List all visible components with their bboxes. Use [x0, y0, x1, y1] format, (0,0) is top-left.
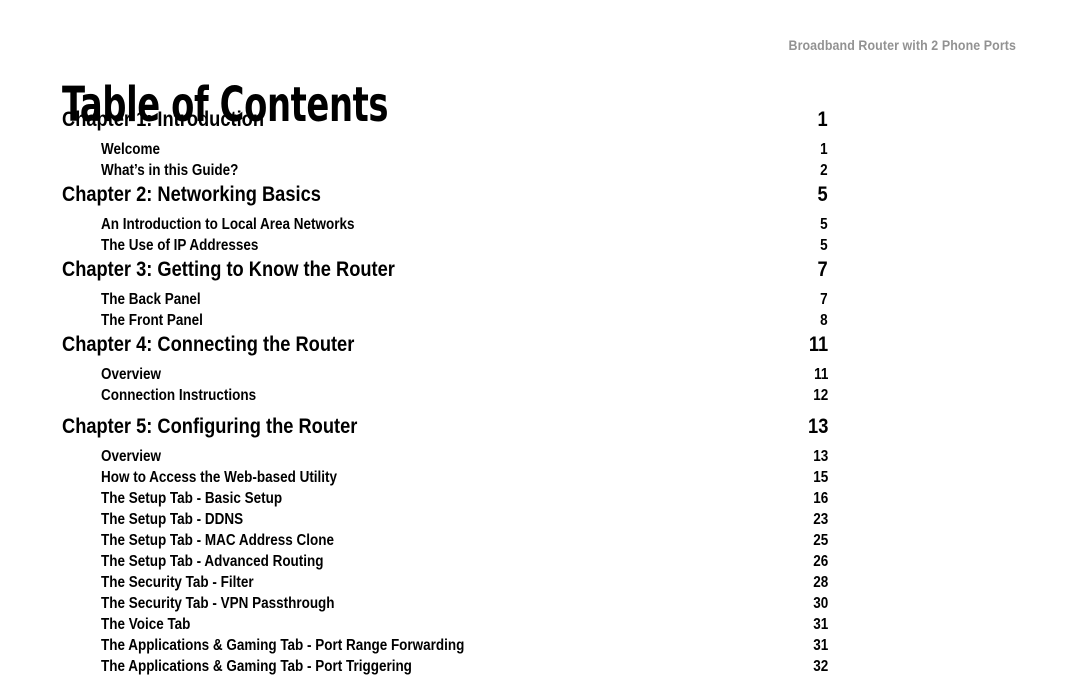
toc-entry-label: The Setup Tab - Advanced Routing — [101, 553, 324, 570]
toc-entry-page-number: 8 — [820, 312, 828, 329]
toc-entry-page-number: 15 — [812, 469, 828, 486]
toc-entry-label: The Security Tab - Filter — [101, 574, 254, 591]
document-page: Broadband Router with 2 Phone Ports Tabl… — [0, 0, 1080, 698]
toc-entry-label: Chapter 5: Configuring the Router — [62, 415, 358, 438]
toc-section-row[interactable]: The Use of IP Addresses 5 — [62, 237, 828, 258]
toc-entry-page-number: 5 — [820, 237, 828, 254]
toc-entry-label: Chapter 3: Getting to Know the Router — [62, 258, 395, 281]
toc-section-row[interactable]: The Setup Tab - DDNS 23 — [62, 511, 828, 532]
toc-entry-page-number: 13 — [812, 448, 828, 465]
toc-entry-label: Chapter 2: Networking Basics — [62, 183, 321, 206]
toc-section-row[interactable]: Welcome 1 — [62, 141, 828, 162]
toc-entry-page-number: 1 — [820, 141, 828, 158]
toc-chapter-row[interactable]: Chapter 3: Getting to Know the Router 7 — [62, 258, 828, 291]
toc-section-row[interactable]: The Security Tab - VPN Passthrough 30 — [62, 595, 828, 616]
toc-entry-label: Welcome — [101, 141, 160, 158]
toc-entry-page-number: 11 — [813, 366, 828, 383]
toc-section-row[interactable]: An Introduction to Local Area Networks 5 — [62, 216, 828, 237]
toc-entry-page-number: 12 — [812, 387, 828, 404]
toc-entry-page-number: 23 — [812, 511, 828, 528]
toc-entry-label: Overview — [101, 448, 161, 465]
toc-section-row[interactable]: The Voice Tab 31 — [62, 616, 828, 637]
toc-entry-label: Chapter 4: Connecting the Router — [62, 333, 355, 356]
toc-entry-page-number: 30 — [812, 595, 828, 612]
toc-section-row[interactable]: The Security Tab - Filter 28 — [62, 574, 828, 595]
toc-section-row[interactable]: The Applications & Gaming Tab - Port Tri… — [62, 658, 828, 679]
toc-section-row[interactable]: The Setup Tab - Basic Setup 16 — [62, 490, 828, 511]
toc-entry-page-number: 2 — [820, 162, 828, 179]
toc-entry-page-number: 32 — [812, 658, 828, 675]
toc-entry-label: An Introduction to Local Area Networks — [101, 216, 355, 233]
toc-section-row[interactable]: What’s in this Guide? 2 — [62, 162, 828, 183]
toc-entry-label: How to Access the Web-based Utility — [101, 469, 338, 486]
toc-entry-page-number: 5 — [817, 183, 828, 206]
toc-entry-page-number: 13 — [807, 415, 828, 438]
toc-entry-label: Connection Instructions — [101, 387, 257, 404]
toc-section-row[interactable]: The Applications & Gaming Tab - Port Ran… — [62, 637, 828, 658]
toc-entry-label: The Applications & Gaming Tab - Port Tri… — [101, 658, 412, 675]
table-of-contents-list: Chapter 1: Introduction 1 Welcome 1 What’s i… — [62, 108, 828, 679]
toc-entry-page-number: 28 — [812, 574, 828, 591]
toc-entry-page-number: 31 — [812, 616, 828, 633]
toc-entry-page-number: 7 — [817, 258, 828, 281]
toc-section-row[interactable]: Connection Instructions 12 — [62, 387, 828, 408]
toc-entry-label: The Setup Tab - DDNS — [101, 511, 244, 528]
toc-entry-label: The Use of IP Addresses — [101, 237, 259, 254]
toc-entry-label: Chapter 1: Introduction — [62, 108, 264, 131]
toc-section-row[interactable]: The Setup Tab - Advanced Routing 26 — [62, 553, 828, 574]
toc-section-row[interactable]: How to Access the Web-based Utility 15 — [62, 469, 828, 490]
toc-entry-page-number: 16 — [812, 490, 828, 507]
toc-chapter-row[interactable]: Chapter 1: Introduction 1 — [62, 108, 828, 141]
toc-entry-label: The Voice Tab — [101, 616, 191, 633]
toc-entry-label: Overview — [101, 366, 161, 383]
toc-chapter-row[interactable]: Chapter 2: Networking Basics 5 — [62, 183, 828, 216]
toc-entry-label: The Front Panel — [101, 312, 203, 329]
toc-section-row[interactable]: The Setup Tab - MAC Address Clone 25 — [62, 532, 828, 553]
toc-chapter-row[interactable]: Chapter 5: Configuring the Router 13 — [62, 415, 828, 448]
toc-entry-page-number: 11 — [808, 333, 828, 356]
toc-section-row[interactable]: Overview 11 — [62, 366, 828, 387]
toc-entry-page-number: 25 — [812, 532, 828, 549]
toc-section-row[interactable]: The Front Panel 8 — [62, 312, 828, 333]
toc-entry-label: The Applications & Gaming Tab - Port Ran… — [101, 637, 465, 654]
toc-entry-label: The Setup Tab - MAC Address Clone — [101, 532, 335, 549]
toc-entry-label: What’s in this Guide? — [101, 162, 239, 179]
toc-entry-page-number: 5 — [820, 216, 828, 233]
toc-entry-page-number: 7 — [820, 291, 828, 308]
running-header: Broadband Router with 2 Phone Ports — [788, 38, 1016, 53]
toc-entry-page-number: 31 — [812, 637, 828, 654]
toc-entry-label: The Back Panel — [101, 291, 201, 308]
toc-chapter-row[interactable]: Chapter 4: Connecting the Router 11 — [62, 333, 828, 366]
toc-entry-page-number: 26 — [812, 553, 828, 570]
toc-section-row[interactable]: The Back Panel 7 — [62, 291, 828, 312]
toc-section-row[interactable]: Overview 13 — [62, 448, 828, 469]
toc-entry-label: The Setup Tab - Basic Setup — [101, 490, 283, 507]
toc-entry-label: The Security Tab - VPN Passthrough — [101, 595, 335, 612]
toc-entry-page-number: 1 — [817, 108, 828, 131]
